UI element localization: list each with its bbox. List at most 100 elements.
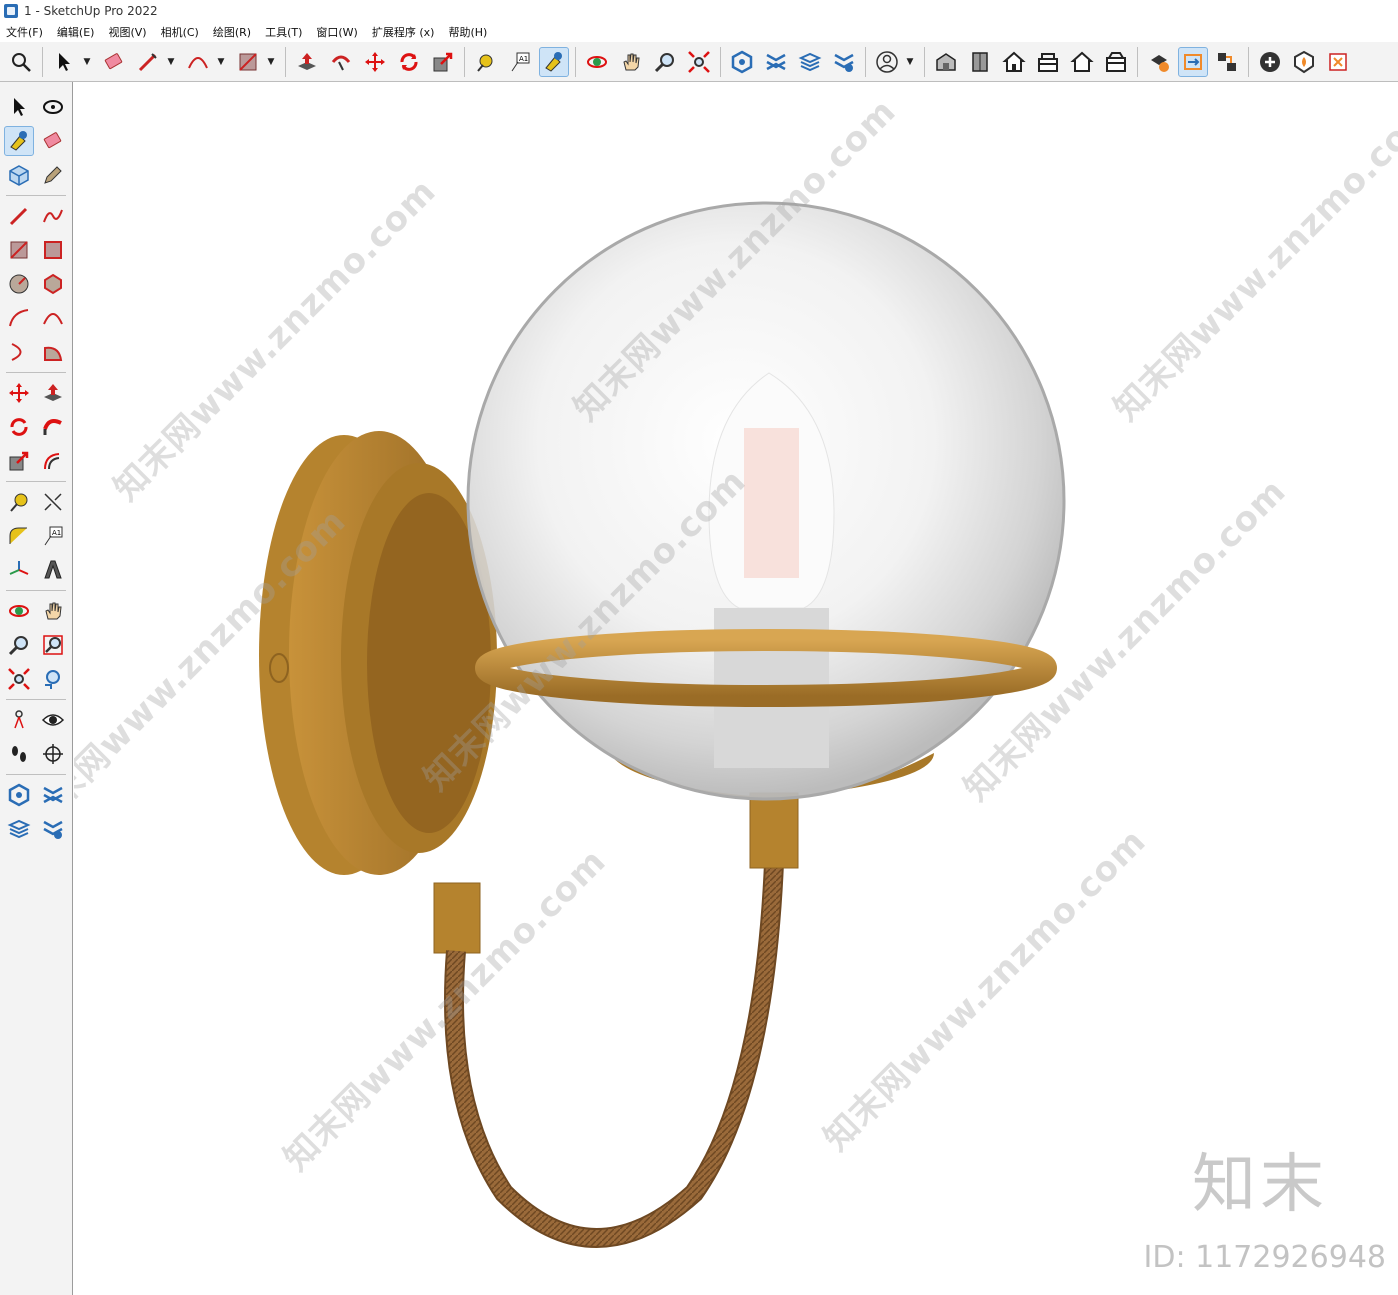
arc-dropdown-chevron-icon[interactable]: ▼ [215,47,227,77]
search-icon[interactable] [6,47,36,77]
previous-view-icon[interactable] [38,664,68,694]
zoom-icon[interactable] [4,630,34,660]
layout-icon[interactable] [795,47,825,77]
extension-warehouse-icon[interactable] [38,780,68,810]
look-around-icon[interactable] [38,705,68,735]
axes-icon[interactable] [4,555,34,585]
pan-icon[interactable] [38,596,68,626]
rotate-icon[interactable] [394,47,424,77]
arc-icon[interactable] [4,303,34,333]
warehouse-icon[interactable] [4,780,34,810]
pushpull-icon[interactable] [292,47,322,77]
sketchup-window: 1 - SketchUp Pro 2022 文件(F) 编辑(E) 视图(V) … [0,0,1398,1295]
menu-help[interactable]: 帮助(H) [448,24,487,40]
svg-text:A1: A1 [52,529,61,537]
circle-icon[interactable] [4,269,34,299]
followme-icon[interactable] [38,412,68,442]
arc-2pt-icon[interactable] [38,303,68,333]
paint-icon[interactable] [4,126,34,156]
offset-icon[interactable] [38,446,68,476]
eraser-icon[interactable] [99,47,129,77]
move-icon[interactable] [4,378,34,408]
paint-icon[interactable] [539,46,569,77]
tape-icon[interactable] [4,487,34,517]
orbit-icon[interactable] [38,92,68,122]
arc-icon[interactable] [183,47,213,77]
dimension-icon[interactable] [38,487,68,517]
menu-file[interactable]: 文件(F) [6,24,43,40]
walk-icon[interactable] [4,739,34,769]
shield-icon[interactable] [1289,47,1319,77]
profile-icon[interactable] [872,47,902,77]
window-title: 1 - SketchUp Pro 2022 [24,4,158,18]
pencil-icon[interactable] [133,47,163,77]
protractor-icon[interactable] [4,521,34,551]
menu-view[interactable]: 视图(V) [108,24,146,40]
3dtext-icon[interactable] [38,555,68,585]
pushpull-icon[interactable] [38,378,68,408]
select-dropdown-chevron-icon[interactable]: ▼ [81,47,93,77]
arc-3pt-icon[interactable] [4,337,34,367]
scenes-icon[interactable] [1212,47,1242,77]
zoom-window-icon[interactable] [38,630,68,660]
rectangle-icon[interactable] [4,235,34,265]
menu-extensions[interactable]: 扩展程序 (x) [372,24,435,40]
tag-icon[interactable] [38,160,68,190]
eraser-icon[interactable] [38,126,68,156]
menu-window[interactable]: 窗口(W) [316,24,357,40]
pencil-icon[interactable] [4,201,34,231]
ruby-icon[interactable] [1323,47,1353,77]
rectangle-icon[interactable] [233,47,263,77]
menu-edit[interactable]: 编辑(E) [57,24,95,40]
section-icon[interactable] [1178,46,1208,77]
freehand-icon[interactable] [38,201,68,231]
title-bar: 1 - SketchUp Pro 2022 [0,0,1398,22]
menu-draw[interactable]: 绘图(R) [213,24,251,40]
model-viewport[interactable]: 知末网www.znzmo.com 知末网www.znzmo.com 知末网www… [74,83,1398,1295]
rotated-rect-icon[interactable] [38,235,68,265]
orbit-icon[interactable] [582,47,612,77]
extension-manager-icon[interactable] [829,47,859,77]
iso-view-icon[interactable] [931,47,961,77]
top-view-icon[interactable] [965,47,995,77]
rectangle-dropdown-chevron-icon[interactable]: ▼ [265,47,277,77]
scale-icon[interactable] [4,446,34,476]
front-view-icon[interactable] [999,47,1029,77]
text-icon[interactable]: A1 [38,521,68,551]
zoom-extents-icon[interactable] [684,47,714,77]
warehouse-icon[interactable] [727,47,757,77]
menu-bar: 文件(F) 编辑(E) 视图(V) 相机(C) 绘图(R) 工具(T) 窗口(W… [0,22,1398,42]
extension-manager-icon[interactable] [38,814,68,844]
sketchup-app-icon [4,4,18,18]
select-icon[interactable] [4,92,34,122]
select-icon[interactable] [49,47,79,77]
polygon-icon[interactable] [38,269,68,299]
scale-icon[interactable] [428,47,458,77]
pencil-dropdown-chevron-icon[interactable]: ▼ [165,47,177,77]
zoom-extents-icon[interactable] [4,664,34,694]
component-icon[interactable] [4,160,34,190]
left-view-icon[interactable] [1101,47,1131,77]
add-icon[interactable] [1255,47,1285,77]
solid-tools-icon[interactable] [1144,47,1174,77]
move-icon[interactable] [360,47,390,77]
pan-icon[interactable] [616,47,646,77]
pie-icon[interactable] [38,337,68,367]
followme-icon[interactable] [326,47,356,77]
section-plane-icon[interactable] [38,739,68,769]
zoom-icon[interactable] [650,47,680,77]
extension-warehouse-icon[interactable] [761,47,791,77]
menu-tools[interactable]: 工具(T) [265,24,302,40]
position-camera-icon[interactable] [4,705,34,735]
model-id-label: ID: 1172926948 [1143,1240,1386,1275]
profile-dropdown-chevron-icon[interactable]: ▼ [904,47,916,77]
tape-icon[interactable] [471,47,501,77]
orbit-icon[interactable] [4,596,34,626]
back-view-icon[interactable] [1067,47,1097,77]
right-view-icon[interactable] [1033,47,1063,77]
menu-camera[interactable]: 相机(C) [161,24,199,40]
text-icon[interactable]: A1 [505,47,535,77]
brand-watermark: 知末 [1192,1148,1328,1222]
layout-icon[interactable] [4,814,34,844]
rotate-icon[interactable] [4,412,34,442]
